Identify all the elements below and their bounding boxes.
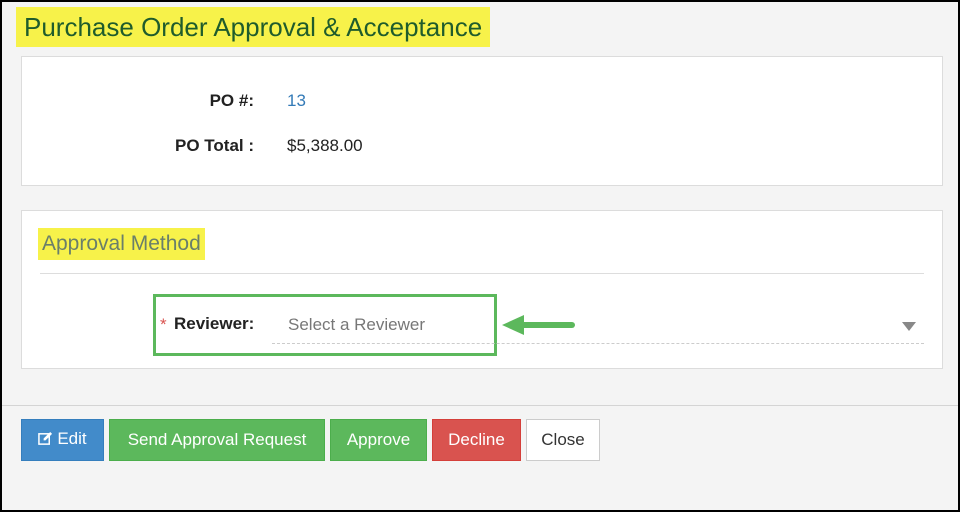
- approve-button[interactable]: Approve: [330, 419, 427, 461]
- reviewer-label: Reviewer:: [174, 314, 255, 333]
- reviewer-select[interactable]: Select a Reviewer: [272, 307, 924, 344]
- edit-icon: [38, 431, 53, 451]
- po-number-link[interactable]: 13: [287, 91, 306, 111]
- close-button[interactable]: Close: [526, 419, 600, 461]
- edit-button-label: Edit: [57, 429, 87, 448]
- arrow-left-icon: [502, 315, 575, 335]
- chevron-down-icon[interactable]: [902, 322, 916, 331]
- section-divider: [40, 273, 924, 274]
- reviewer-placeholder: Select a Reviewer: [288, 315, 426, 334]
- decline-button[interactable]: Decline: [432, 419, 521, 461]
- send-approval-request-button[interactable]: Send Approval Request: [109, 419, 325, 461]
- po-total-value: $5,388.00: [287, 136, 363, 155]
- required-marker: *: [160, 315, 167, 334]
- po-details-panel: PO #: 13 PO Total : $5,388.00: [21, 56, 943, 186]
- footer-divider: [2, 405, 958, 406]
- edit-button[interactable]: Edit: [21, 419, 104, 461]
- approval-method-title: Approval Method: [38, 228, 205, 260]
- po-total-label: PO Total :: [174, 136, 254, 155]
- page-title: Purchase Order Approval & Acceptance: [16, 7, 491, 47]
- po-number-label: PO #:: [209, 91, 254, 110]
- app-frame: Purchase Order Approval & Acceptance PO …: [0, 0, 960, 512]
- approval-method-panel: Approval Method * Reviewer: Select a Rev…: [21, 210, 943, 369]
